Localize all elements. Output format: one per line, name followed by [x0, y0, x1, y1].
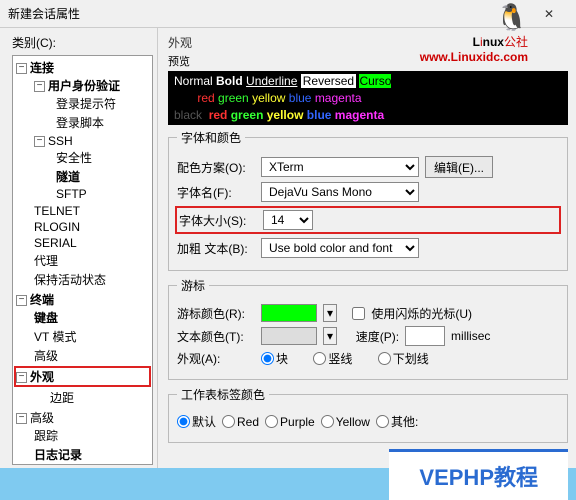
vephp-watermark: VEPHP教程: [389, 449, 568, 500]
tree-sftp[interactable]: SFTP: [54, 186, 151, 202]
tabcolor-legend: 工作表标签颜色: [177, 386, 269, 403]
tree-ssh[interactable]: SSH: [48, 134, 73, 148]
category-label: 类别(C):: [12, 34, 153, 51]
collapse-icon[interactable]: −: [16, 413, 27, 424]
tab-red-radio[interactable]: [222, 415, 235, 428]
collapse-icon[interactable]: −: [16, 63, 27, 74]
titlebar: 新建会话属性 ? ✕: [0, 0, 576, 28]
tree-keepalive[interactable]: 保持活动状态: [32, 270, 151, 289]
speed-input[interactable]: [405, 326, 445, 346]
font-color-legend: 字体和颜色: [177, 129, 245, 146]
cursor-block-radio[interactable]: [261, 352, 274, 365]
text-color-label: 文本颜色(T):: [177, 328, 255, 345]
tree-vtmode[interactable]: VT 模式: [32, 327, 151, 346]
blink-label: 使用闪烁的光标(U): [371, 305, 472, 322]
tree-trace[interactable]: 跟踪: [32, 426, 151, 445]
blink-checkbox[interactable]: [352, 307, 365, 320]
tree-proxy[interactable]: 代理: [32, 251, 151, 270]
speed-label: 速度(P):: [356, 328, 399, 345]
fontname-select[interactable]: DejaVu Sans Mono: [261, 182, 419, 202]
tab-default-radio[interactable]: [177, 415, 190, 428]
preview-label: 预览: [168, 53, 568, 69]
collapse-icon[interactable]: −: [16, 295, 27, 306]
close-icon[interactable]: ✕: [530, 4, 568, 24]
cursor-color-label: 游标颜色(R):: [177, 305, 255, 322]
tree-rlogin[interactable]: RLOGIN: [32, 219, 151, 235]
tree-margin[interactable]: 边距: [48, 388, 151, 407]
cursor-underbar-radio[interactable]: [378, 352, 391, 365]
tree-login-script[interactable]: 登录脚本: [54, 113, 151, 132]
tree-serial[interactable]: SERIAL: [32, 235, 151, 251]
window-title: 新建会话属性: [8, 5, 492, 22]
tree-security[interactable]: 安全性: [54, 148, 151, 167]
tree-telnet[interactable]: TELNET: [32, 203, 151, 219]
fontname-label: 字体名(F):: [177, 184, 255, 201]
settings-panel: 外观 预览 Normal Bold Underline Reversed Cur…: [158, 28, 576, 468]
tree-login-prompt[interactable]: 登录提示符: [54, 94, 151, 113]
collapse-icon[interactable]: −: [34, 136, 45, 147]
tree-appearance[interactable]: 外观: [30, 370, 54, 384]
cursor-color-swatch[interactable]: [261, 304, 317, 322]
tree-connect[interactable]: 连接: [30, 61, 54, 75]
speed-unit: millisec: [451, 329, 490, 343]
cursor-group: 游标 游标颜色(R): ▾ 使用闪烁的光标(U) 文本颜色(T): ▾ 速度(P…: [168, 277, 568, 380]
preview-area: 预览 Normal Bold Underline Reversed Curso …: [168, 53, 568, 125]
shape-label: 外观(A):: [177, 350, 255, 367]
boldtext-select[interactable]: Use bold color and font: [261, 238, 419, 258]
tree-tunnel[interactable]: 隧道: [54, 167, 151, 186]
edit-button[interactable]: 编辑(E)...: [425, 156, 493, 178]
dropdown-icon[interactable]: ▾: [323, 327, 337, 345]
collapse-icon[interactable]: −: [34, 81, 45, 92]
cursor-legend: 游标: [177, 277, 209, 294]
tree-logging[interactable]: 日志记录: [32, 445, 151, 464]
tree-auth[interactable]: 用户身份验证: [48, 79, 120, 93]
tree-advanced[interactable]: 高级: [32, 346, 151, 365]
tab-other-radio[interactable]: [376, 415, 389, 428]
page-title: 外观: [168, 34, 572, 51]
window-controls: ? ✕: [492, 4, 568, 24]
fontsize-select[interactable]: 14: [263, 210, 313, 230]
preview-box: Normal Bold Underline Reversed Curso red…: [168, 71, 568, 125]
cursor-vbar-radio[interactable]: [313, 352, 326, 365]
collapse-icon[interactable]: −: [16, 372, 27, 383]
tree-keyboard[interactable]: 键盘: [32, 308, 151, 327]
dropdown-icon[interactable]: ▾: [323, 304, 337, 322]
scheme-label: 配色方案(O):: [177, 159, 255, 176]
scheme-select[interactable]: XTerm: [261, 157, 419, 177]
font-color-group: 字体和颜色 配色方案(O): XTerm 编辑(E)... 字体名(F): De…: [168, 129, 568, 271]
tree-terminal[interactable]: 终端: [30, 293, 54, 307]
text-color-swatch[interactable]: [261, 327, 317, 345]
tab-purple-radio[interactable]: [265, 415, 278, 428]
tab-yellow-radio[interactable]: [321, 415, 334, 428]
fontsize-label: 字体大小(S):: [179, 212, 257, 229]
help-icon[interactable]: ?: [492, 4, 530, 24]
category-panel: 类别(C): −连接 −用户身份验证 登录提示符 登录脚本 −SSH 安全性: [0, 28, 158, 468]
tabcolor-group: 工作表标签颜色 默认 Red Purple Yellow 其他:: [168, 386, 568, 443]
boldtext-label: 加粗 文本(B):: [177, 240, 255, 257]
tree-advanced2[interactable]: 高级: [30, 411, 54, 425]
category-tree[interactable]: −连接 −用户身份验证 登录提示符 登录脚本 −SSH 安全性 隧道: [12, 55, 153, 465]
